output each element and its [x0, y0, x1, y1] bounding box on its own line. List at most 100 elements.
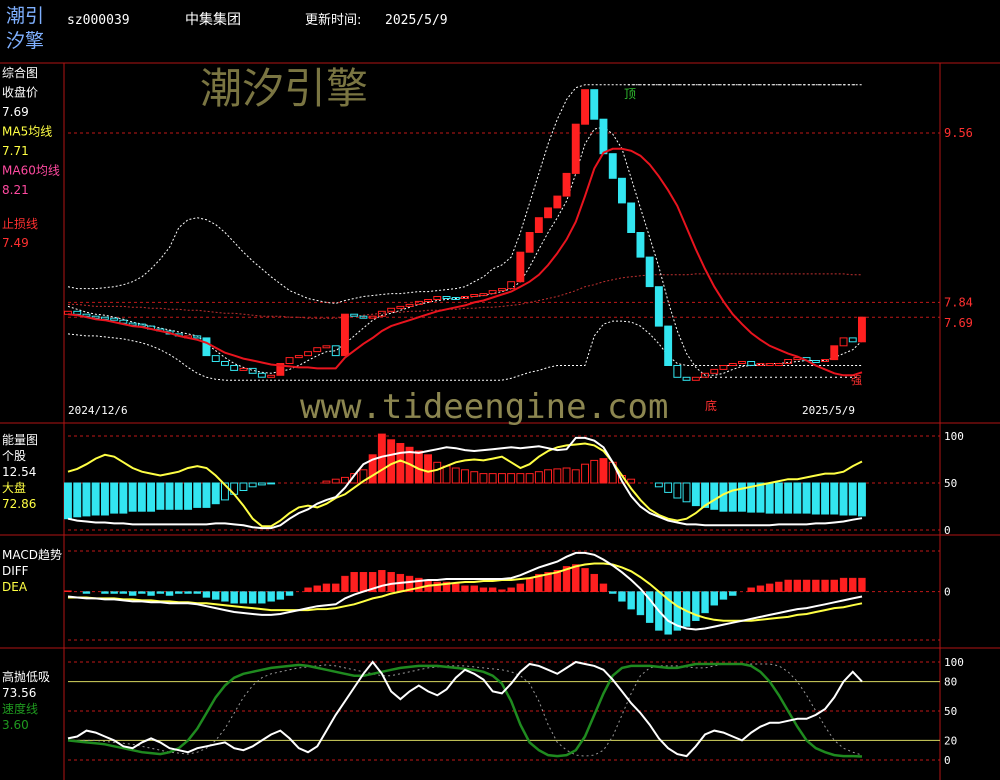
macd-bar	[839, 577, 848, 592]
candle	[498, 288, 506, 292]
macd-bar	[627, 591, 635, 610]
macd-bar	[156, 591, 165, 594]
level-label-2: 7.69	[944, 316, 973, 330]
candle	[738, 361, 746, 364]
candle	[433, 296, 442, 300]
candle	[304, 351, 313, 357]
energy-bar	[451, 467, 460, 484]
main-stop-label-0: 止损线	[2, 217, 38, 231]
macd-bar	[793, 579, 802, 592]
candle	[553, 195, 562, 209]
energy-bar	[331, 478, 340, 484]
main-label-6: 8.21	[2, 183, 29, 197]
candle	[257, 372, 266, 378]
energy-bar	[581, 463, 589, 484]
macd-bar	[784, 579, 792, 592]
macd-bar	[765, 583, 774, 592]
candle	[830, 345, 839, 361]
energy-bar	[156, 482, 165, 510]
main-stop-label-1: 7.49	[2, 236, 29, 250]
date-start: 2024/12/6	[68, 404, 128, 417]
macd-bar	[304, 587, 312, 592]
update-label: 更新时间:	[305, 12, 361, 28]
macd-bar	[101, 591, 109, 594]
candle	[405, 303, 414, 307]
macd-bar	[636, 591, 645, 616]
energy-bar	[848, 482, 857, 516]
candle	[691, 376, 700, 381]
energy-bar	[756, 482, 765, 513]
candle	[682, 376, 691, 381]
stock-code: sz000039	[67, 13, 130, 28]
kdj-panel	[67, 660, 940, 761]
energy-bar	[654, 482, 663, 488]
kdj-tick-4: 0	[944, 754, 951, 767]
level-label-0: 9.56	[944, 126, 973, 140]
macd-bar	[719, 591, 728, 600]
macd-bar	[701, 591, 709, 614]
candle	[110, 317, 119, 321]
candle	[728, 363, 737, 366]
macd-bar	[729, 591, 737, 596]
energy-label-1: 个股	[2, 449, 26, 463]
macd-bar	[858, 577, 866, 592]
energy-bar	[507, 473, 516, 484]
energy-bar	[719, 482, 728, 512]
kdj-label-1: 73.56	[2, 686, 36, 700]
energy-bar	[424, 454, 433, 484]
energy-tick-2: 0	[944, 524, 951, 537]
energy-bar	[137, 482, 146, 512]
energy-bar	[793, 482, 802, 514]
macd-bar	[609, 591, 617, 594]
candle	[516, 251, 525, 283]
macd-label-2: DEA	[2, 580, 28, 594]
energy-bar	[174, 482, 183, 510]
energy-panel	[64, 433, 940, 531]
watermark-brand: 潮汐引擎	[200, 64, 368, 113]
macd-bar	[599, 583, 608, 592]
candle	[341, 313, 349, 357]
macd-bar	[618, 591, 626, 602]
macd-bar	[147, 591, 155, 596]
macd-bar	[138, 591, 146, 594]
energy-bar	[239, 482, 248, 491]
macd-bar	[175, 591, 183, 594]
energy-bar	[627, 478, 636, 484]
speed-line	[67, 662, 863, 758]
energy-labels: 能量图个股 12.54大盘 72.86	[2, 433, 38, 511]
energy-bar	[821, 482, 829, 515]
macd-bar	[488, 587, 497, 592]
energy-bar	[119, 482, 128, 514]
chart-canvas: 潮引 汐擎 sz000039 中集集团 更新时间: 2025/5/9 潮汐引擎 …	[0, 5, 1000, 780]
candle	[839, 337, 848, 347]
candle	[581, 89, 589, 125]
energy-bar	[774, 482, 783, 514]
macd-bar	[110, 591, 118, 594]
energy-bar	[433, 461, 442, 484]
candle	[396, 305, 405, 309]
candle	[285, 357, 294, 365]
logo-top: 潮引	[6, 5, 44, 27]
energy-bar	[562, 467, 571, 484]
macd-bar	[507, 587, 515, 592]
macd-bar	[821, 579, 829, 592]
kdj-label-2: 速度线	[2, 701, 38, 716]
macd-bar	[479, 587, 488, 592]
macd-bar	[239, 591, 248, 604]
energy-bar	[488, 473, 497, 484]
energy-bar	[128, 482, 137, 512]
candle	[747, 361, 756, 366]
kdj-label-3: 3.60	[2, 718, 29, 732]
macd-bar	[119, 591, 128, 594]
energy-bar	[599, 458, 608, 484]
candle	[211, 355, 220, 363]
candle	[534, 217, 543, 233]
candle	[811, 360, 820, 363]
macd-bar	[452, 583, 460, 592]
macd-bar	[747, 587, 755, 592]
energy-label-2: 12.54	[2, 465, 36, 479]
macd-bar	[433, 581, 441, 592]
energy-bar	[682, 482, 691, 503]
candle	[313, 347, 322, 353]
energy-bar	[322, 480, 331, 484]
